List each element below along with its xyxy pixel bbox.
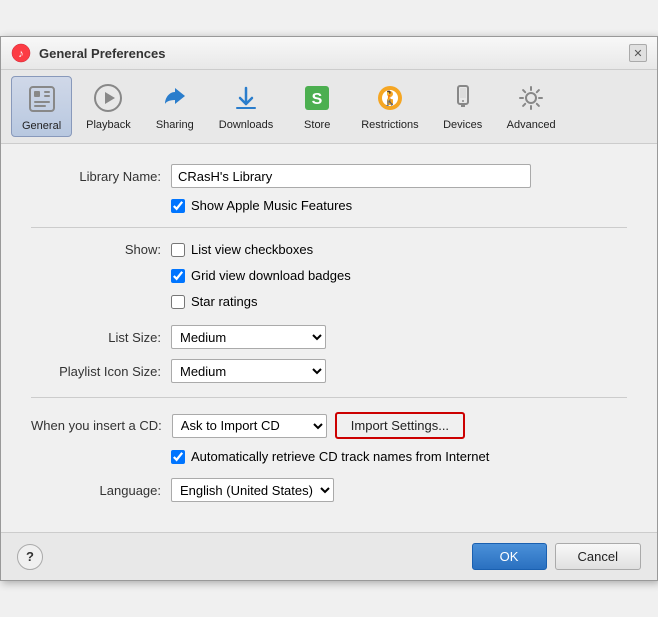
preferences-window: ♪ General Preferences ✕ General xyxy=(0,36,658,581)
apple-music-label: Show Apple Music Features xyxy=(191,198,352,213)
svg-text:S: S xyxy=(312,91,323,108)
toolbar: General Playback Sharing xyxy=(1,70,657,144)
cd-label: When you insert a CD: xyxy=(31,418,162,433)
tab-store-label: Store xyxy=(304,119,330,131)
list-size-row: List Size: Small Medium Large xyxy=(31,325,627,349)
tab-downloads-label: Downloads xyxy=(219,119,273,131)
close-button[interactable]: ✕ xyxy=(629,44,647,62)
apple-music-checkbox-row[interactable]: Show Apple Music Features xyxy=(171,198,627,213)
bottom-buttons: OK Cancel xyxy=(472,543,641,570)
playlist-icon-label: Playlist Icon Size: xyxy=(31,364,161,379)
tab-sharing-label: Sharing xyxy=(156,119,194,131)
tab-downloads[interactable]: Downloads xyxy=(209,76,283,137)
sharing-icon xyxy=(157,80,193,116)
tab-restrictions-label: Restrictions xyxy=(361,119,418,131)
library-name-input[interactable] xyxy=(171,164,531,188)
apple-music-checkbox[interactable] xyxy=(171,199,185,213)
svg-text:🚶: 🚶 xyxy=(381,90,398,107)
list-size-select[interactable]: Small Medium Large xyxy=(171,325,326,349)
restrictions-icon: 🚶 xyxy=(372,80,408,116)
language-label: Language: xyxy=(31,483,161,498)
app-icon: ♪ xyxy=(11,43,31,63)
divider-2 xyxy=(31,397,627,398)
tab-devices-label: Devices xyxy=(443,119,482,131)
auto-retrieve-label: Automatically retrieve CD track names fr… xyxy=(191,449,489,464)
list-size-label: List Size: xyxy=(31,330,161,345)
library-name-label: Library Name: xyxy=(31,169,161,184)
star-ratings-label: Star ratings xyxy=(191,294,257,309)
tab-playback[interactable]: Playback xyxy=(76,76,141,137)
show-options: List view checkboxes Grid view download … xyxy=(171,242,351,315)
auto-retrieve-checkbox[interactable] xyxy=(171,450,185,464)
advanced-icon xyxy=(513,80,549,116)
divider-1 xyxy=(31,227,627,228)
show-section: Show: List view checkboxes Grid view dow… xyxy=(31,242,627,315)
star-ratings-checkbox[interactable] xyxy=(171,295,185,309)
store-icon: S xyxy=(299,80,335,116)
grid-view-checkbox[interactable] xyxy=(171,269,185,283)
language-select[interactable]: English (United States) English (UK) Fre… xyxy=(171,478,334,502)
general-icon xyxy=(24,81,60,117)
list-view-row[interactable]: List view checkboxes xyxy=(171,242,351,257)
cancel-button[interactable]: Cancel xyxy=(555,543,641,570)
apple-music-row: Show Apple Music Features xyxy=(171,198,627,213)
grid-view-row[interactable]: Grid view download badges xyxy=(171,268,351,283)
cd-row: When you insert a CD: Ask to Import CD I… xyxy=(31,412,627,439)
import-settings-button[interactable]: Import Settings... xyxy=(335,412,465,439)
tab-general-label: General xyxy=(22,120,61,132)
auto-retrieve-checkbox-row[interactable]: Automatically retrieve CD track names fr… xyxy=(171,449,627,464)
playback-icon xyxy=(90,80,126,116)
tab-sharing[interactable]: Sharing xyxy=(145,76,205,137)
downloads-icon xyxy=(228,80,264,116)
tab-advanced-label: Advanced xyxy=(507,119,556,131)
tab-store[interactable]: S Store xyxy=(287,76,347,137)
tab-advanced[interactable]: Advanced xyxy=(497,76,566,137)
playlist-icon-row: Playlist Icon Size: Small Medium Large xyxy=(31,359,627,383)
cd-action-select[interactable]: Ask to Import CD Import CD Import CD and… xyxy=(172,414,327,438)
list-view-label: List view checkboxes xyxy=(191,242,313,257)
library-name-row: Library Name: xyxy=(31,164,627,188)
ok-button[interactable]: OK xyxy=(472,543,547,570)
star-ratings-row[interactable]: Star ratings xyxy=(171,294,351,309)
titlebar: ♪ General Preferences ✕ xyxy=(1,37,657,70)
tab-general[interactable]: General xyxy=(11,76,72,137)
help-button[interactable]: ? xyxy=(17,544,43,570)
auto-retrieve-row: Automatically retrieve CD track names fr… xyxy=(171,449,627,464)
window-title: General Preferences xyxy=(39,46,165,61)
language-row: Language: English (United States) Englis… xyxy=(31,478,627,502)
playlist-icon-select[interactable]: Small Medium Large xyxy=(171,359,326,383)
list-view-checkbox[interactable] xyxy=(171,243,185,257)
tab-playback-label: Playback xyxy=(86,119,131,131)
content-area: Library Name: Show Apple Music Features … xyxy=(1,144,657,532)
tab-restrictions[interactable]: 🚶 Restrictions xyxy=(351,76,428,137)
grid-view-label: Grid view download badges xyxy=(191,268,351,283)
show-label: Show: xyxy=(31,242,161,315)
svg-text:♪: ♪ xyxy=(18,48,24,60)
devices-icon xyxy=(445,80,481,116)
titlebar-left: ♪ General Preferences xyxy=(11,43,165,63)
bottom-bar: ? OK Cancel xyxy=(1,532,657,580)
tab-devices[interactable]: Devices xyxy=(433,76,493,137)
